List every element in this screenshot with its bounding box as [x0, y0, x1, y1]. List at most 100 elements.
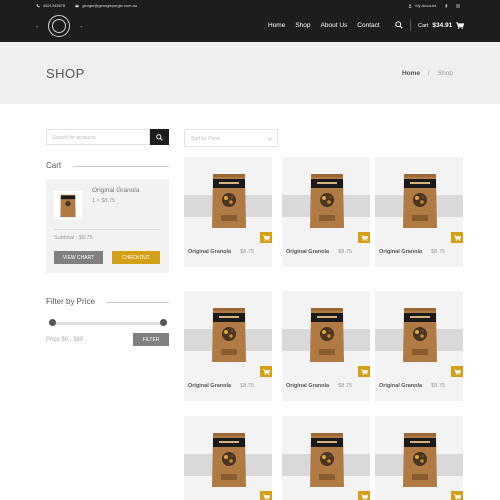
my-account-label: My Account [415, 3, 436, 8]
chevron-down-icon [267, 137, 273, 141]
add-to-cart-button[interactable] [451, 491, 463, 500]
phone-number: 0821345678 [43, 3, 66, 8]
add-to-cart-button[interactable] [451, 232, 463, 243]
mini-cart-item-qty: 1 × $8.75 [92, 198, 116, 204]
nav-contact[interactable]: Contact [357, 22, 379, 29]
cart-icon [360, 368, 368, 375]
product-card[interactable]: Original Granola $8.75 [375, 291, 463, 401]
add-to-cart-button[interactable] [358, 232, 370, 243]
granola-bag-image[interactable] [401, 430, 439, 488]
add-to-cart-button[interactable] [260, 232, 272, 243]
product-card[interactable] [282, 416, 370, 500]
product-price: $8.75 [240, 383, 254, 389]
product-price: $8.75 [240, 249, 254, 255]
brand-logo[interactable] [48, 15, 71, 37]
add-to-cart-button[interactable] [358, 491, 370, 500]
product-name[interactable]: Original Granola [188, 383, 231, 389]
breadcrumb-home[interactable]: Home [402, 70, 420, 77]
main-nav: Home Shop About Us Contact [268, 22, 380, 29]
add-to-cart-button[interactable] [260, 491, 272, 500]
cart-widget-title: Cart [46, 161, 62, 170]
product-name[interactable]: Original Granola [286, 249, 329, 255]
my-account-link[interactable]: My Account [408, 3, 436, 8]
view-cart-button[interactable]: VIEW CHART [54, 251, 103, 264]
cart-icon [360, 493, 368, 500]
product-card[interactable]: Original Granola $8.75 [282, 157, 370, 267]
price-filter-divider [106, 302, 169, 303]
granola-bag-image[interactable] [210, 305, 248, 363]
granola-bag-image[interactable] [210, 430, 248, 488]
product-card[interactable]: Original Granola $8.75 [375, 157, 463, 267]
product-price: $8.75 [431, 383, 445, 389]
cart-icon [262, 368, 270, 375]
mini-cart-item-name[interactable]: Original Granola [92, 187, 139, 194]
search-icon[interactable] [395, 21, 403, 29]
product-price: $8.75 [338, 383, 352, 389]
product-footer: Original Granola $8.75 [282, 243, 370, 267]
mini-cart-subtotal: Subtotal : $8.75 [54, 235, 93, 241]
cart-icon [360, 234, 368, 241]
phone-contact[interactable]: 0821345678 [36, 3, 65, 8]
product-search-input[interactable]: Search for products [46, 129, 150, 145]
cart-icon [453, 493, 461, 500]
breadcrumb: Home / Shop [402, 70, 453, 77]
add-to-cart-button[interactable] [451, 366, 463, 377]
product-card[interactable]: Original Granola $8.75 [184, 291, 272, 401]
phone-icon [36, 3, 40, 7]
granola-bag-image [60, 194, 76, 218]
instagram-icon[interactable] [456, 3, 460, 8]
filter-button[interactable]: FILTER [133, 333, 169, 346]
product-footer: Original Granola $8.75 [375, 243, 463, 267]
add-to-cart-button[interactable] [260, 366, 272, 377]
header-cart[interactable]: Cart $34.91 [418, 22, 465, 29]
granola-bag-image[interactable] [401, 305, 439, 363]
topbar-contact: 0821345678 giorgio@georgieporgie.com.au [36, 3, 137, 8]
price-range-label: Price $0 - $60 [46, 337, 84, 343]
product-footer: Original Granola $8.75 [282, 377, 370, 401]
product-name[interactable]: Original Granola [188, 249, 231, 255]
product-card[interactable] [184, 416, 272, 500]
logo-left-mark: » [36, 23, 39, 29]
sort-select[interactable]: Sort by Price [184, 129, 278, 147]
breadcrumb-current: Shop [437, 70, 453, 77]
page-title-band: SHOP Home / Shop [0, 42, 500, 104]
product-price: $8.75 [431, 249, 445, 255]
product-footer: Original Granola $8.75 [184, 377, 272, 401]
granola-bag-image[interactable] [401, 171, 439, 229]
nav-shop[interactable]: Shop [295, 22, 310, 29]
price-slider-track[interactable] [49, 322, 167, 325]
mini-cart-divider [54, 229, 160, 230]
email-contact[interactable]: giorgio@georgieporgie.com.au [75, 3, 137, 8]
facebook-icon[interactable] [444, 3, 448, 8]
product-card[interactable] [375, 416, 463, 500]
price-slider-max-handle[interactable] [160, 319, 167, 326]
granola-bag-image[interactable] [308, 305, 346, 363]
product-card[interactable]: Original Granola $8.75 [184, 157, 272, 267]
product-footer: Original Granola $8.75 [375, 377, 463, 401]
price-filter-title: Filter by Price [46, 297, 95, 306]
mini-cart-thumbnail[interactable] [54, 191, 82, 219]
cart-icon [453, 234, 461, 241]
logo-right-mark: « [80, 23, 83, 29]
header-cart-total: $34.91 [432, 22, 453, 29]
nav-home[interactable]: Home [268, 22, 285, 29]
granola-bag-image[interactable] [210, 171, 248, 229]
add-to-cart-button[interactable] [358, 366, 370, 377]
search-button[interactable] [150, 129, 169, 145]
mail-icon [75, 4, 79, 7]
user-icon [408, 3, 412, 8]
product-name[interactable]: Original Granola [379, 249, 422, 255]
breadcrumb-separator: / [428, 70, 430, 77]
price-slider-min-handle[interactable] [49, 319, 56, 326]
granola-bag-image[interactable] [308, 171, 346, 229]
sort-select-value: Sort by Price [191, 136, 220, 142]
checkout-button[interactable]: CHECKOUT [112, 251, 160, 264]
product-name[interactable]: Original Granola [379, 383, 422, 389]
granola-bag-image[interactable] [308, 430, 346, 488]
nav-about-us[interactable]: About Us [321, 22, 348, 29]
logo-area: » « [36, 14, 82, 38]
page-title: SHOP [46, 66, 85, 81]
nav-divider [410, 19, 411, 31]
product-name[interactable]: Original Granola [286, 383, 329, 389]
product-card[interactable]: Original Granola $8.75 [282, 291, 370, 401]
